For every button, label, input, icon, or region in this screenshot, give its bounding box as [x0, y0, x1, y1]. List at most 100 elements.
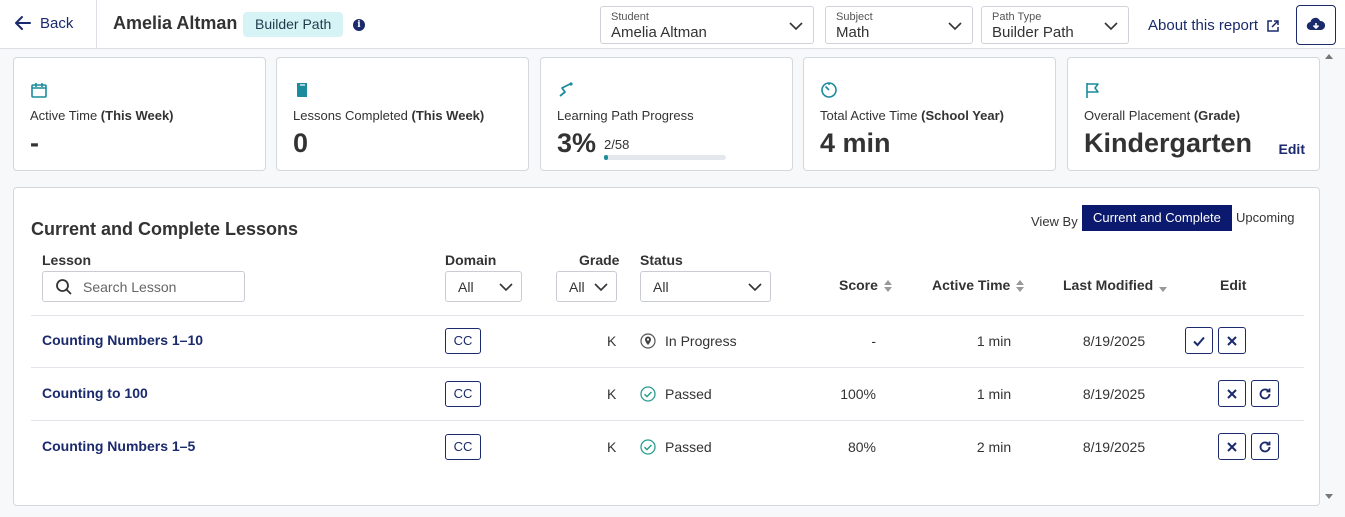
active-time-cell: 2 min: [976, 439, 1012, 455]
grade-cell: K: [607, 386, 617, 402]
edit-placement-link[interactable]: Edit: [1279, 141, 1305, 157]
external-link-icon: [1267, 19, 1279, 32]
chevron-down-icon: [948, 22, 962, 31]
card-value: -: [30, 128, 39, 158]
path-type-select[interactable]: Path Type Builder Path: [981, 6, 1129, 44]
reassign-button[interactable]: [1251, 433, 1279, 460]
score-cell: 100%: [840, 386, 876, 402]
lesson-link[interactable]: Counting Numbers 1–10: [42, 332, 203, 348]
card-value: Kindergarten: [1084, 128, 1253, 158]
active-time-cell: 1 min: [976, 333, 1012, 349]
back-button[interactable]: Back: [14, 14, 73, 32]
student-name: Amelia Altman: [113, 13, 238, 33]
book-icon: [297, 83, 307, 97]
card-overall-placement: Overall Placement (Grade) Kindergarten E…: [1067, 57, 1320, 171]
score-cell: 80%: [847, 439, 876, 455]
table-row: Counting Numbers 1–10 CC K In Progress -…: [14, 315, 1319, 367]
sort-desc-icon: [1159, 287, 1168, 293]
card-total-active-time-year: Total Active Time (School Year) 4 min: [803, 57, 1056, 171]
last-modified-cell: 8/19/2025: [1082, 439, 1146, 455]
flag-icon: [1086, 83, 1099, 98]
lessons-panel: Current and Complete Lessons View By Cur…: [13, 187, 1320, 506]
card-label: Lessons Completed (This Week): [293, 108, 485, 123]
subject-select-label: Subject: [836, 11, 873, 23]
info-icon[interactable]: i: [353, 19, 365, 31]
scroll-up-arrow[interactable]: [1324, 52, 1334, 62]
col-grade: Grade: [579, 252, 620, 268]
cloud-download-icon: [1306, 17, 1326, 31]
grade-filter[interactable]: All: [556, 271, 617, 302]
path-badge: Builder Path: [243, 12, 344, 37]
col-edit: Edit: [1220, 277, 1247, 293]
download-button[interactable]: [1296, 5, 1336, 45]
chevron-down-icon: [594, 283, 608, 292]
domain-filter-value: All: [458, 279, 474, 295]
subject-select-value: Math: [836, 24, 870, 41]
lesson-link[interactable]: Counting Numbers 1–5: [42, 438, 195, 454]
student-select-value: Amelia Altman: [611, 24, 707, 41]
card-label: Active Time (This Week): [30, 108, 174, 123]
chevron-down-icon: [748, 283, 762, 292]
col-score[interactable]: Score: [839, 277, 892, 293]
status-cell: In Progress: [665, 333, 737, 349]
path-type-select-label: Path Type: [992, 11, 1042, 23]
remove-button[interactable]: [1218, 380, 1246, 407]
view-by-label: View By: [1031, 214, 1078, 229]
chevron-down-icon: [499, 283, 513, 292]
reassign-button[interactable]: [1251, 380, 1279, 407]
close-icon: [1227, 441, 1237, 452]
timer-icon: [821, 82, 837, 98]
domain-badge: CC: [445, 328, 481, 354]
table-row: Counting Numbers 1–5 CC K Passed 80% 2 m…: [14, 421, 1319, 473]
card-value: 4 min: [820, 128, 891, 158]
lesson-link[interactable]: Counting to 100: [42, 385, 148, 401]
sort-icon: [883, 280, 892, 293]
back-label: Back: [40, 14, 74, 32]
path-icon: [559, 82, 573, 97]
about-report-label: About this report: [1148, 17, 1259, 34]
progress-fill: [604, 155, 609, 160]
divider: [96, 0, 97, 49]
check-icon: [1193, 336, 1205, 346]
search-lesson-input[interactable]: [83, 278, 233, 295]
card-label: Overall Placement (Grade): [1084, 108, 1241, 123]
remove-button[interactable]: [1218, 433, 1246, 460]
domain-badge: CC: [445, 434, 481, 460]
check-circle-icon: [640, 386, 656, 402]
subject-select[interactable]: Subject Math: [825, 6, 973, 44]
close-icon: [1227, 388, 1237, 399]
status-cell: Passed: [665, 386, 712, 402]
status-cell: Passed: [665, 439, 712, 455]
card-learning-path-progress: Learning Path Progress 3% 2/58: [540, 57, 793, 171]
card-label: Learning Path Progress: [557, 108, 694, 123]
student-select[interactable]: Student Amelia Altman: [600, 6, 814, 44]
search-lesson-field[interactable]: [42, 271, 245, 302]
grade-cell: K: [607, 333, 617, 349]
domain-filter[interactable]: All: [445, 271, 522, 302]
scroll-down-arrow[interactable]: [1324, 491, 1334, 501]
table-row: Counting to 100 CC K Passed 100% 1 min 8…: [14, 368, 1319, 420]
col-last-modified[interactable]: Last Modified: [1063, 277, 1168, 293]
check-circle-icon: [640, 439, 656, 455]
domain-badge: CC: [445, 381, 481, 407]
grade-filter-value: All: [569, 279, 585, 295]
status-filter[interactable]: All: [640, 271, 771, 302]
sort-icon: [1016, 280, 1025, 293]
card-active-time-week: Active Time (This Week) -: [13, 57, 266, 171]
col-domain: Domain: [445, 252, 497, 268]
about-report-link[interactable]: About this report: [1148, 17, 1280, 34]
arrow-left-icon: [15, 16, 31, 30]
grade-cell: K: [607, 439, 617, 455]
refresh-icon: [1259, 441, 1271, 452]
view-current-complete-button[interactable]: Current and Complete: [1082, 205, 1232, 231]
chevron-down-icon: [789, 22, 803, 31]
calendar-icon: [31, 83, 47, 98]
remove-button[interactable]: [1218, 327, 1246, 354]
view-upcoming-button[interactable]: Upcoming: [1226, 205, 1305, 231]
last-modified-cell: 8/19/2025: [1082, 333, 1146, 349]
approve-button[interactable]: [1185, 327, 1213, 354]
active-time-cell: 1 min: [976, 386, 1012, 402]
path-type-select-value: Builder Path: [992, 24, 1074, 41]
student-select-label: Student: [611, 11, 649, 23]
col-active-time[interactable]: Active Time: [932, 277, 1025, 293]
